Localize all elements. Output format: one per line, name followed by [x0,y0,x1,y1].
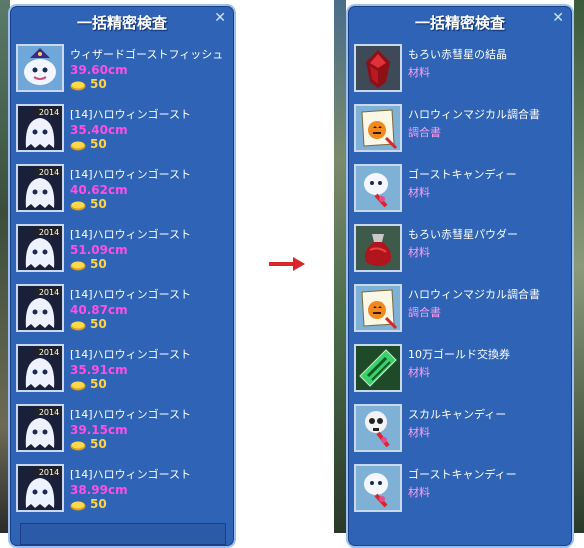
item-size: 35.91cm [70,363,128,377]
item-name: [14]ハロウィンゴースト [70,468,192,481]
svg-text:2014: 2014 [39,288,59,297]
halloween-ghost-icon: 2014 [16,224,64,272]
item-name: [14]ハロウィンゴースト [70,168,192,181]
skull-candy-icon [354,404,402,452]
bulk-inspection-panel-after: 一括精密検査 ✕ もろい赤彗星の結晶 材料 ハロウィンマジカル調合書 調合書 ゴ… [346,4,574,548]
item-category: 材料 [408,426,430,439]
item-name: ハロウィンマジカル調合書 [408,288,540,301]
item-name: もろい赤彗星の結晶 [408,48,507,61]
list-item[interactable]: 2014 [14]ハロウィンゴースト 51.09cm 50 [14,220,230,280]
list-item[interactable]: 2014 [14]ハロウィンゴースト 40.62cm 50 [14,160,230,220]
svg-text:2014: 2014 [39,168,59,177]
item-size: 51.09cm [70,243,128,257]
item-price: 50 [90,197,107,211]
gold-coin-icon [70,201,86,211]
halloween-ghost-icon: 2014 [16,464,64,512]
close-icon[interactable]: ✕ [214,9,226,27]
list-item[interactable]: ゴーストキャンディー 材料 [352,160,568,220]
halloween-ghost-icon: 2014 [16,404,64,452]
item-price: 50 [90,377,107,391]
recipe-scroll-icon [354,104,402,152]
item-name: もろい赤彗星パウダー [408,228,518,241]
list-item[interactable]: 2014 [14]ハロウィンゴースト 38.99cm 50 [14,460,230,520]
item-price: 50 [90,77,107,91]
ghost-candy-icon [354,164,402,212]
list-item[interactable]: ハロウィンマジカル調合書 調合書 [352,280,568,340]
item-category: 材料 [408,486,430,499]
item-name: ゴーストキャンディー [408,168,517,181]
list-item[interactable]: 2014 [14]ハロウィンゴースト 40.87cm 50 [14,280,230,340]
red-crystal-icon [354,44,402,92]
gold-coin-icon [70,81,86,91]
item-size: 39.60cm [70,63,128,77]
right-arrow-icon [269,257,305,271]
item-name: [14]ハロウィンゴースト [70,288,192,301]
item-list: もろい赤彗星の結晶 材料 ハロウィンマジカル調合書 調合書 ゴーストキャンディー… [352,40,568,520]
item-name: ハロウィンマジカル調合書 [408,108,540,121]
svg-text:2014: 2014 [39,408,59,417]
gold-coin-icon [70,141,86,151]
gold-coin-icon [70,501,86,511]
item-category: 調合書 [408,126,441,139]
item-size: 38.99cm [70,483,128,497]
item-category: 調合書 [408,306,441,319]
item-list: ウィザードゴーストフィッシュ 39.60cm 50 2014 [14]ハロウィン… [14,40,230,520]
item-name: ゴーストキャンディー [408,468,517,481]
panel-title: 一括精密検査 [76,14,167,32]
halloween-ghost-icon: 2014 [16,284,64,332]
item-size: 40.62cm [70,183,128,197]
gold-coin-icon [70,321,86,331]
halloween-ghost-icon: 2014 [16,344,64,392]
svg-text:2014: 2014 [39,348,59,357]
item-size: 40.87cm [70,303,128,317]
item-price: 50 [90,437,107,451]
bulk-inspection-panel-before: 一括精密検査 ✕ ウィザードゴーストフィッシュ 39.60cm 50 2014 … [8,4,236,548]
item-category: 材料 [408,186,430,199]
list-item[interactable]: ウィザードゴーストフィッシュ 39.60cm 50 [14,40,230,100]
gold-coin-icon [70,441,86,451]
gold-coin-icon [70,261,86,271]
recipe-scroll-icon [354,284,402,332]
red-powder-bag-icon [354,224,402,272]
close-icon[interactable]: ✕ [552,9,564,27]
svg-text:2014: 2014 [39,228,59,237]
list-item[interactable]: 10万ゴールド交換券 材料 [352,340,568,400]
list-item[interactable]: 2014 [14]ハロウィンゴースト 35.91cm 50 [14,340,230,400]
halloween-ghost-icon: 2014 [16,104,64,152]
item-category: 材料 [408,366,430,379]
item-size: 35.40cm [70,123,128,137]
item-name: [14]ハロウィンゴースト [70,228,192,241]
item-price: 50 [90,257,107,271]
item-name: [14]ハロウィンゴースト [70,108,192,121]
item-name: スカルキャンディー [408,408,507,421]
item-name: 10万ゴールド交換券 [408,348,510,361]
game-background-right [574,0,584,533]
item-price: 50 [90,317,107,331]
list-item[interactable]: もろい赤彗星パウダー 材料 [352,220,568,280]
bottom-button-area[interactable] [20,523,226,545]
gold-coin-icon [70,381,86,391]
ghost-candy-icon [354,464,402,512]
list-item[interactable]: ゴーストキャンディー 材料 [352,460,568,520]
item-size: 39.15cm [70,423,128,437]
gold-ticket-icon [354,344,402,392]
list-item[interactable]: スカルキャンディー 材料 [352,400,568,460]
game-background-right-left [334,0,346,533]
list-item[interactable]: 2014 [14]ハロウィンゴースト 35.40cm 50 [14,100,230,160]
item-name: [14]ハロウィンゴースト [70,408,192,421]
year-badge: 2014 [39,108,59,117]
item-name: [14]ハロウィンゴースト [70,348,192,361]
wizard-ghost-fish-icon [16,44,64,92]
item-price: 50 [90,497,107,511]
list-item[interactable]: ハロウィンマジカル調合書 調合書 [352,100,568,160]
item-category: 材料 [408,246,430,259]
list-item[interactable]: もろい赤彗星の結晶 材料 [352,40,568,100]
svg-text:2014: 2014 [39,468,59,477]
item-name: ウィザードゴーストフィッシュ [70,48,224,61]
item-category: 材料 [408,66,430,79]
item-price: 50 [90,137,107,151]
halloween-ghost-icon: 2014 [16,164,64,212]
list-item[interactable]: 2014 [14]ハロウィンゴースト 39.15cm 50 [14,400,230,460]
panel-title: 一括精密検査 [414,14,505,32]
